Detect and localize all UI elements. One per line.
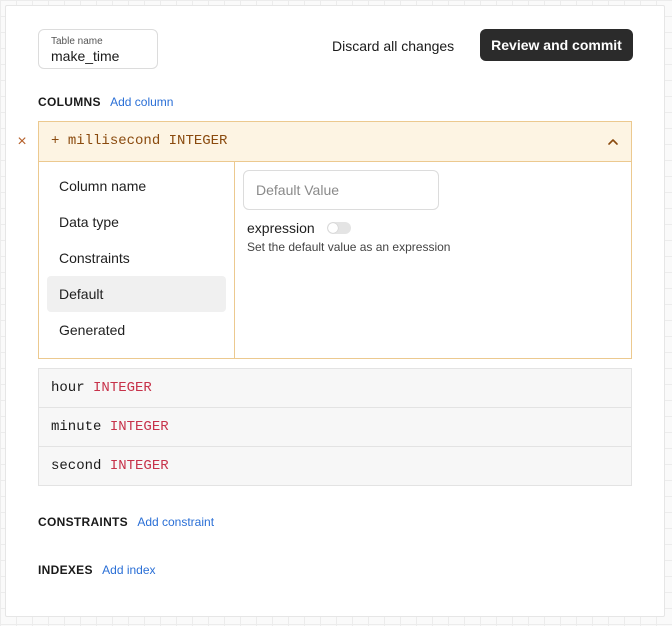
column-row-hour[interactable]: hour INTEGER (38, 368, 632, 408)
constraints-title: CONSTRAINTS (38, 515, 128, 529)
column-prefix: + (51, 133, 60, 149)
menu-item-constraints[interactable]: Constraints (47, 240, 226, 276)
review-commit-button[interactable]: Review and commit (480, 29, 633, 61)
menu-item-default[interactable]: Default (47, 276, 226, 312)
constraints-section-header: CONSTRAINTS Add constraint (38, 515, 214, 529)
indexes-title: INDEXES (38, 563, 93, 577)
column-type: INTEGER (168, 133, 228, 149)
table-name-field[interactable]: Table name make_time (38, 29, 158, 69)
expression-help-text: Set the default value as an expression (247, 240, 451, 254)
expression-row: expression (247, 220, 450, 236)
column-name: hour (51, 380, 85, 396)
add-index-link[interactable]: Add index (102, 563, 155, 577)
column-name: second (51, 458, 102, 474)
close-icon[interactable]: × (14, 134, 30, 150)
expression-toggle[interactable] (326, 222, 351, 234)
chevron-up-icon[interactable] (607, 136, 619, 148)
column-row-second[interactable]: second INTEGER (38, 446, 632, 486)
table-name-value[interactable]: make_time (51, 47, 145, 65)
expanded-column-card: + millisecond INTEGER Column name Data t… (38, 121, 632, 359)
table-editor-panel: Table name make_time Discard all changes… (5, 5, 665, 617)
column-row-minute[interactable]: minute INTEGER (38, 407, 632, 447)
columns-section-header: COLUMNS Add column (38, 95, 173, 109)
add-column-link[interactable]: Add column (110, 95, 173, 109)
columns-title: COLUMNS (38, 95, 101, 109)
expanded-column-header[interactable]: + millisecond INTEGER (39, 122, 631, 162)
add-constraint-link[interactable]: Add constraint (137, 515, 214, 529)
discard-changes-button[interactable]: Discard all changes (324, 30, 462, 62)
column-type: INTEGER (109, 458, 169, 474)
column-type: INTEGER (109, 419, 169, 435)
column-type: INTEGER (93, 380, 152, 396)
default-settings: expression Set the default value as an e… (243, 170, 450, 254)
column-list: hour INTEGER minute INTEGER second INTEG… (38, 368, 632, 486)
column-settings-menu: Column name Data type Constraints Defaul… (39, 162, 235, 358)
table-name-label: Table name (51, 36, 103, 47)
expression-label: expression (247, 220, 315, 236)
default-value-input[interactable] (243, 170, 439, 210)
column-name: millisecond (67, 133, 161, 149)
column-name: minute (51, 419, 102, 435)
menu-item-column-name[interactable]: Column name (47, 168, 226, 204)
menu-item-generated[interactable]: Generated (47, 312, 226, 348)
indexes-section-header: INDEXES Add index (38, 563, 156, 577)
menu-item-data-type[interactable]: Data type (47, 204, 226, 240)
